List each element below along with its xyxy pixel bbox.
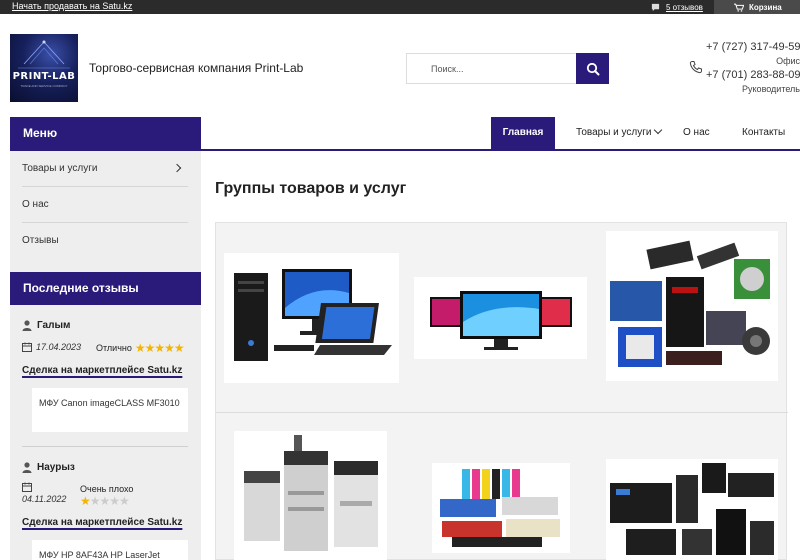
search-icon [586,62,599,75]
review-deal-link[interactable]: Сделка на маркетплейсе Satu.kz [22,365,182,376]
user-icon [22,320,32,331]
star-rating-icon: ★★★★★ [80,494,130,508]
nav-about-label: О нас [683,127,710,138]
reviews-link[interactable]: 5 отзывов [651,0,703,14]
review-date-text: 17.04.2023 [36,342,82,352]
sidebar-item-products[interactable]: Товары и услуги [22,151,188,187]
nav-contacts[interactable]: Контакты [742,117,792,149]
review-divider [22,446,188,447]
latest-reviews-title: Последние отзывы [10,272,201,305]
cart-label: Корзина [749,2,782,12]
review-rating: Очень плохо ★★★★★ [80,484,133,508]
calendar-icon [22,482,32,492]
nav-products[interactable]: Товары и услуги [576,117,666,149]
logo-text: PRINT-LAB [12,71,76,82]
nav-contacts-label: Контакты [742,127,786,138]
review-author: Галым [22,320,70,331]
sidebar-item-reviews[interactable]: Отзывы [22,223,188,259]
sidebar-item-label: Товары и услуги [22,163,98,174]
group-tile-ups[interactable] [606,459,778,560]
chevron-right-icon [172,163,182,173]
review-product[interactable]: МФУ Canon imageCLASS MF3010 [32,388,188,432]
search-box [406,53,577,84]
review-date-text: 04.11.2022 [22,494,67,504]
group-tile-computers[interactable] [224,253,399,383]
calendar-icon [22,342,32,352]
ups-image [610,463,774,555]
comment-icon [651,3,660,11]
company-logo[interactable]: PRINT-LAB TRADE AND SERVICE COMPANY [10,34,78,102]
page-title: Группы товаров и услуг [215,180,407,197]
review-product[interactable]: МФУ HP 8AF43A HP LaserJet [32,540,188,560]
phone-manager-label: Руководитель [742,84,800,94]
review-author-name: Наурыз [37,462,75,473]
nav-home[interactable]: Главная [491,117,555,149]
sidebar-item-label: Отзывы [22,235,59,246]
reviews-link-label: 5 отзывов [666,2,703,12]
nav-home-label: Главная [502,127,544,138]
start-selling-link[interactable]: Начать продавать на Satu.kz [12,0,132,12]
nav-products-label: Товары и услуги [576,127,652,138]
star-rating-icon: ★★★★★ [134,341,185,355]
phone-contacts: +7 (727) 317-49-59 Офис +7 (701) 283-88-… [706,40,800,96]
cart-icon [734,3,744,12]
cart-button[interactable]: Корзина [714,0,800,14]
review-date: 04.11.2022 [22,482,66,504]
phone-office-label: Офис [776,56,800,66]
review-rating-label: Отлично [96,343,132,353]
computers-image [234,269,392,361]
printers-image [244,435,378,551]
sidebar-item-about[interactable]: О нас [22,187,188,223]
components-image [610,240,770,367]
chevron-down-icon [653,125,662,135]
nav-about[interactable]: О нас [683,117,713,149]
review-author-name: Галым [37,320,71,331]
monitors-image [430,291,572,350]
menu-title: Меню [10,117,201,150]
user-icon [22,462,32,473]
logo-graphic [18,40,70,69]
logo-tagline: TRADE AND SERVICE COMPANY [20,84,68,88]
search-button[interactable] [576,53,609,84]
top-bar: Начать продавать на Satu.kz 5 отзывов Ко… [0,0,800,14]
company-name: Торгово-сервисная компания Print-Lab [89,61,304,75]
phone-icon [689,61,702,74]
review-rating-label: Очень плохо [80,484,134,494]
review-rating: Отлично ★★★★★ [96,341,185,355]
grid-divider [216,412,788,413]
product-groups-grid [215,222,788,560]
cartridges-image [440,469,560,547]
review-deal-link[interactable]: Сделка на маркетплейсе Satu.kz [22,517,182,528]
phone-office-number[interactable]: +7 (727) 317-49-59 [706,40,800,54]
group-tile-cartridges[interactable] [432,463,570,553]
review-author: Наурыз [22,462,75,473]
group-tile-components[interactable] [606,231,778,381]
review-date: 17.04.2023 [22,342,81,352]
group-tile-monitors[interactable] [414,277,587,359]
search-input[interactable] [407,54,577,83]
phone-manager-number[interactable]: +7 (701) 283-88-09 [706,68,800,82]
group-tile-printers[interactable] [234,431,387,560]
sidebar-item-label: О нас [22,199,49,210]
